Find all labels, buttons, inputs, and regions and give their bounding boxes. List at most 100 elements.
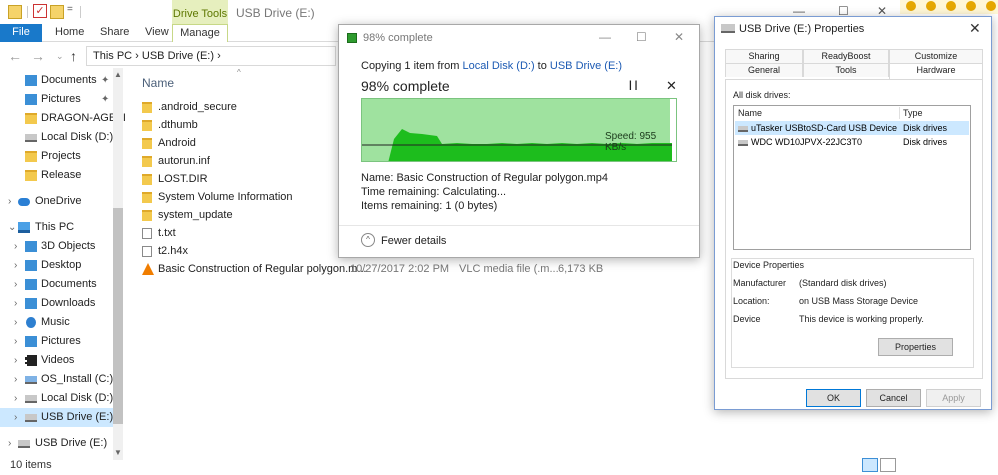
nav-label: OneDrive	[35, 195, 82, 207]
tab-customize[interactable]: Customize	[889, 49, 983, 63]
file-name-detail: Name: Basic Construction of Regular poly…	[361, 172, 609, 184]
nav-item-onedrive[interactable]: › OneDrive	[0, 192, 124, 211]
copying-prefix: Copying 1 item from	[361, 60, 463, 72]
details-view-icon[interactable]	[862, 458, 878, 472]
nav-item-release[interactable]: Release	[0, 166, 124, 185]
tab-hardware[interactable]: Hardware	[889, 63, 983, 79]
chevron-right-icon[interactable]: ›	[14, 313, 17, 332]
tab-sharing[interactable]: Sharing	[725, 49, 803, 63]
chevron-right-icon[interactable]: ›	[8, 434, 11, 453]
stop-icon[interactable]: ✕	[666, 78, 677, 94]
column-header-name[interactable]: Name	[738, 108, 762, 118]
nav-scrollbar[interactable]: ▲ ▼	[113, 68, 123, 460]
chevron-down-icon[interactable]: ⌄	[8, 218, 16, 237]
apply-button[interactable]: Apply	[926, 389, 981, 407]
large-icons-view-icon[interactable]	[880, 458, 896, 472]
nav-item-usb-drive-e[interactable]: › USB Drive (E:)	[0, 408, 113, 427]
wallpaper-dot	[906, 1, 916, 11]
list-item[interactable]: uTasker USBtoSD-Card USB Device Disk dri…	[735, 121, 969, 135]
tab-share[interactable]: Share	[91, 24, 138, 42]
tab-general[interactable]: General	[725, 63, 803, 77]
scroll-thumb[interactable]	[113, 208, 123, 424]
nav-item-local-disk-d[interactable]: Local Disk (D:)	[0, 128, 124, 147]
chevron-right-icon[interactable]: ›	[14, 294, 17, 313]
nav-item-local-disk-d-pc[interactable]: › Local Disk (D:)	[0, 389, 124, 408]
device-status-value: This device is working properly.	[799, 314, 924, 324]
folder-icon	[142, 102, 152, 113]
chevron-right-icon[interactable]: ›	[14, 389, 17, 408]
status-bar: 10 items	[0, 456, 900, 475]
nav-item-usb-drive-e-root[interactable]: › USB Drive (E:)	[0, 434, 124, 453]
column-header-type[interactable]: Type	[903, 108, 923, 118]
drive-icon	[25, 134, 37, 142]
chevron-right-icon[interactable]: ›	[14, 370, 17, 389]
properties-icon[interactable]: ✓	[33, 4, 47, 18]
to-word: to	[534, 60, 550, 72]
documents-icon	[25, 75, 37, 86]
file-row[interactable]: Basic Construction of Regular polygon.m.…	[142, 260, 732, 278]
pin-icon: ✦	[101, 94, 110, 105]
divider	[339, 225, 699, 226]
address-bar[interactable]: This PC › USB Drive (E:) ›	[86, 46, 336, 66]
tab-home[interactable]: Home	[46, 24, 93, 42]
chevron-right-icon[interactable]: ›	[8, 192, 11, 211]
cancel-button[interactable]: Cancel	[866, 389, 921, 407]
nav-item-projects[interactable]: Projects	[0, 147, 124, 166]
recent-locations-chevron-icon[interactable]: ⌄	[56, 51, 64, 62]
list-item[interactable]: WDC WD10JPVX-22JC3T0 Disk drives	[735, 135, 969, 149]
source-link[interactable]: Local Disk (D:)	[462, 60, 534, 72]
nav-item-downloads[interactable]: › Downloads	[0, 294, 124, 313]
maximize-icon[interactable]: ☐	[636, 30, 647, 44]
chevron-right-icon[interactable]: ›	[14, 408, 17, 427]
up-arrow-icon[interactable]: ↑	[70, 48, 77, 64]
file-name: .dthumb	[158, 119, 198, 131]
new-folder-icon[interactable]	[50, 5, 64, 19]
nav-item-dragon-age[interactable]: DRAGON-AGE-II	[0, 109, 126, 128]
chevron-up-icon[interactable]: ^	[361, 233, 375, 247]
chevron-right-icon[interactable]: ›	[14, 275, 17, 294]
nav-item-this-pc[interactable]: ⌄ This PC	[0, 218, 124, 237]
nav-item-documents-pc[interactable]: › Documents	[0, 275, 124, 294]
forward-arrow-icon[interactable]: →	[31, 48, 45, 64]
disk-drive-icon	[738, 140, 748, 146]
nav-item-3d-objects[interactable]: › 3D Objects	[0, 237, 124, 256]
close-icon[interactable]: ✕	[969, 20, 981, 37]
minimize-icon[interactable]: —	[599, 30, 611, 44]
location-value: on USB Mass Storage Device	[799, 296, 919, 306]
customize-toolbar-icon[interactable]: =	[67, 4, 73, 15]
back-arrow-icon[interactable]: ←	[8, 48, 22, 64]
tab-file[interactable]: File	[0, 24, 42, 42]
column-header-name[interactable]: Name	[142, 76, 174, 90]
copy-dialog-title: 98% complete	[363, 32, 433, 44]
progress-graph: Speed: 955 KB/s	[361, 98, 677, 162]
nav-item-music[interactable]: › Music	[0, 313, 124, 332]
scroll-up-arrow-icon[interactable]: ▲	[114, 70, 122, 79]
chevron-right-icon[interactable]: ›	[14, 351, 17, 370]
ok-button[interactable]: OK	[806, 389, 861, 407]
properties-button[interactable]: Properties	[878, 338, 953, 356]
nav-item-videos[interactable]: › Videos	[0, 351, 124, 370]
destination-link[interactable]: USB Drive (E:)	[550, 60, 622, 72]
pause-icon[interactable]: | |	[629, 80, 637, 91]
nav-item-pictures[interactable]: Pictures ✦	[0, 90, 124, 109]
tab-manage[interactable]: Manage	[172, 24, 228, 42]
drive-properties-dialog: USB Drive (E:) Properties ✕ Sharing Read…	[714, 16, 992, 410]
divider	[899, 107, 900, 119]
nav-item-os-install-c[interactable]: › OS_Install (C:)	[0, 370, 124, 389]
item-count: 10 items	[10, 459, 52, 471]
manufacturer-label: Manufacturer	[733, 278, 787, 288]
folder-icon	[142, 192, 152, 203]
nav-item-desktop[interactable]: › Desktop	[0, 256, 124, 275]
fewer-details-button[interactable]: Fewer details	[381, 235, 446, 247]
nav-item-documents[interactable]: Documents ✦	[0, 71, 124, 90]
tab-readyboost[interactable]: ReadyBoost	[803, 49, 889, 63]
chevron-right-icon[interactable]: ›	[14, 237, 17, 256]
nav-item-pictures-pc[interactable]: › Pictures	[0, 332, 124, 351]
file-name: t2.h4x	[158, 245, 188, 257]
copying-summary: Copying 1 item from Local Disk (D:) to U…	[361, 60, 622, 72]
tab-tools[interactable]: Tools	[803, 63, 889, 77]
close-icon[interactable]: ✕	[674, 30, 684, 44]
desktop-icon	[25, 260, 37, 271]
chevron-right-icon[interactable]: ›	[14, 256, 17, 275]
chevron-right-icon[interactable]: ›	[14, 332, 17, 351]
